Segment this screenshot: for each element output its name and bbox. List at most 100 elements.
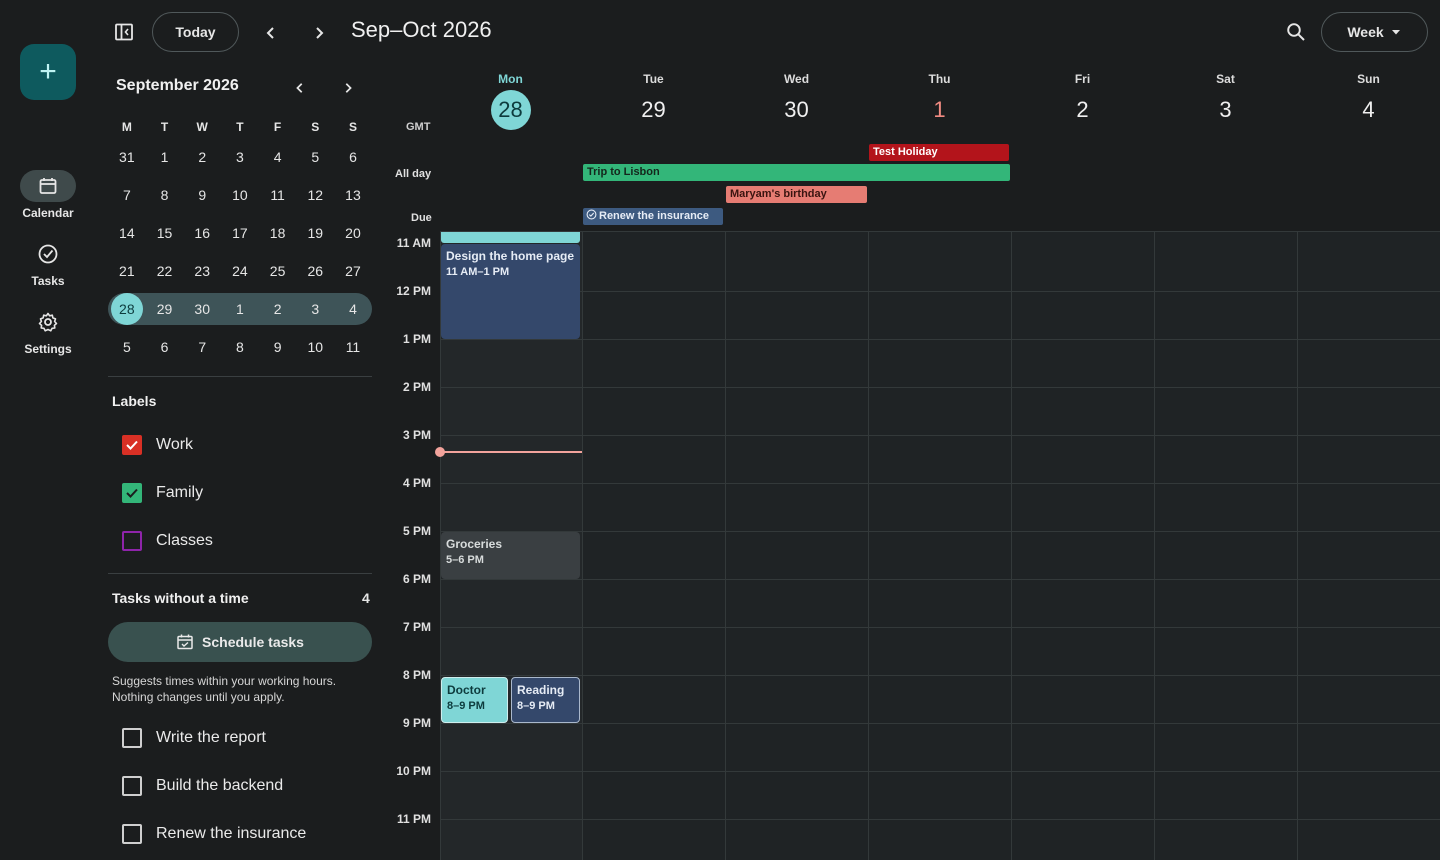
- rail-item-tasks[interactable]: Tasks: [0, 238, 96, 288]
- mini-day[interactable]: 17: [221, 225, 259, 241]
- allday-event-maryams-birthday[interactable]: Maryam's birthday: [726, 186, 867, 203]
- mini-prev-month-button[interactable]: [288, 76, 312, 100]
- rail-item-settings[interactable]: Settings: [0, 306, 96, 356]
- mini-day[interactable]: 2: [183, 149, 221, 165]
- mini-day[interactable]: 22: [146, 263, 184, 279]
- event-design-home-page[interactable]: Design the home page 11 AM–1 PM: [441, 244, 580, 339]
- schedule-tasks-button[interactable]: Schedule tasks: [108, 622, 372, 662]
- label-item-classes[interactable]: Classes: [122, 531, 213, 551]
- mini-day[interactable]: 6: [334, 149, 372, 165]
- mini-day[interactable]: 13: [334, 187, 372, 203]
- day-header-fri[interactable]: Fri 2: [1011, 68, 1154, 130]
- task-checkbox[interactable]: [122, 776, 142, 796]
- work-checkbox[interactable]: [122, 435, 142, 455]
- day-number: 4: [1362, 97, 1375, 122]
- mini-day[interactable]: 9: [259, 339, 297, 355]
- mini-next-month-button[interactable]: [336, 76, 360, 100]
- mini-day[interactable]: 10: [296, 339, 334, 355]
- mini-day[interactable]: 16: [183, 225, 221, 241]
- mini-day[interactable]: 10: [221, 187, 259, 203]
- day-header-sun[interactable]: Sun 4: [1297, 68, 1440, 130]
- mini-day[interactable]: 29: [146, 301, 184, 317]
- all-day-label: All day: [395, 168, 432, 180]
- allday-event-trip-to-lisbon[interactable]: Trip to Lisbon: [583, 164, 1010, 181]
- mini-day[interactable]: 11: [259, 187, 297, 203]
- event-groceries[interactable]: Groceries 5–6 PM: [441, 532, 580, 579]
- mini-day[interactable]: 11: [334, 339, 372, 355]
- label-name: Family: [156, 484, 204, 501]
- task-item[interactable]: Write the report: [122, 728, 266, 748]
- day-header-tue[interactable]: Tue 29: [582, 68, 725, 130]
- rail-item-calendar[interactable]: Calendar: [0, 170, 96, 220]
- due-task-renew-insurance[interactable]: Renew the insurance: [583, 208, 723, 225]
- labels-title: Labels: [112, 393, 157, 409]
- weekday-header: S: [348, 120, 357, 134]
- mini-day[interactable]: 3: [221, 149, 259, 165]
- mini-day[interactable]: 24: [221, 263, 259, 279]
- mini-day[interactable]: 7: [183, 339, 221, 355]
- allday-event-test-holiday[interactable]: Test Holiday: [869, 144, 1009, 161]
- hour-gridline: [440, 291, 1440, 292]
- mini-day[interactable]: 31: [108, 149, 146, 165]
- mini-day[interactable]: 25: [259, 263, 297, 279]
- mini-day[interactable]: 1: [221, 301, 259, 317]
- event-reading[interactable]: Reading 8–9 PM: [511, 677, 580, 723]
- mini-calendar-week: 7 8 9 10 11 12 13: [108, 176, 372, 214]
- mini-day[interactable]: 2: [259, 301, 297, 317]
- today-button[interactable]: Today: [152, 12, 239, 52]
- task-check-icon: [586, 209, 597, 220]
- previous-week-button[interactable]: [258, 20, 284, 46]
- mini-day[interactable]: 26: [296, 263, 334, 279]
- task-item[interactable]: Build the backend: [122, 776, 283, 796]
- mini-day-today[interactable]: 28: [108, 293, 146, 325]
- view-selector[interactable]: Week: [1321, 12, 1428, 52]
- mini-day[interactable]: 9: [183, 187, 221, 203]
- event-doctor[interactable]: Doctor 8–9 PM: [441, 677, 508, 723]
- mini-day[interactable]: 21: [108, 263, 146, 279]
- search-button[interactable]: [1282, 18, 1310, 46]
- weekday-header: T: [236, 120, 244, 134]
- mini-day[interactable]: 5: [108, 339, 146, 355]
- hour-label: 9 PM: [402, 716, 431, 730]
- week-time-grid[interactable]: 11 AM 12 PM 1 PM 2 PM 3 PM 4 PM 5 PM 6 P…: [384, 231, 1440, 860]
- label-item-family[interactable]: Family: [122, 483, 203, 503]
- label-item-work[interactable]: Work: [122, 435, 193, 455]
- hour-gridline: [440, 579, 1440, 580]
- day-header-thu[interactable]: Thu 1: [868, 68, 1011, 130]
- mini-day[interactable]: 14: [108, 225, 146, 241]
- mini-day[interactable]: 19: [296, 225, 334, 241]
- mini-day[interactable]: 4: [259, 149, 297, 165]
- next-week-button[interactable]: [306, 20, 332, 46]
- mini-day[interactable]: 3: [296, 301, 334, 317]
- mini-day[interactable]: 18: [259, 225, 297, 241]
- task-item[interactable]: Renew the insurance: [122, 824, 306, 844]
- mini-day[interactable]: 12: [296, 187, 334, 203]
- day-column-divider: [1011, 231, 1012, 860]
- task-checkbox[interactable]: [122, 824, 142, 844]
- day-header-sat[interactable]: Sat 3: [1154, 68, 1297, 130]
- mini-day[interactable]: 5: [296, 149, 334, 165]
- task-checkbox[interactable]: [122, 728, 142, 748]
- mini-day[interactable]: 23: [183, 263, 221, 279]
- due-label: Due: [411, 212, 432, 224]
- day-name: Tue: [643, 72, 664, 86]
- toggle-sidebar-button[interactable]: [110, 18, 138, 46]
- event-continuation-bar[interactable]: [441, 232, 580, 243]
- create-event-button[interactable]: +: [20, 44, 76, 100]
- mini-day[interactable]: 30: [183, 301, 221, 317]
- mini-day[interactable]: 7: [108, 187, 146, 203]
- mini-day[interactable]: 8: [221, 339, 259, 355]
- mini-day[interactable]: 4: [334, 301, 372, 317]
- mini-day[interactable]: 6: [146, 339, 184, 355]
- mini-day[interactable]: 1: [146, 149, 184, 165]
- chevron-left-icon: [296, 83, 303, 93]
- day-header-mon[interactable]: Mon 28: [439, 68, 582, 130]
- classes-checkbox[interactable]: [122, 531, 142, 551]
- mini-day[interactable]: 20: [334, 225, 372, 241]
- mini-day[interactable]: 8: [146, 187, 184, 203]
- mini-day[interactable]: 27: [334, 263, 372, 279]
- hour-gridline: [440, 531, 1440, 532]
- family-checkbox[interactable]: [122, 483, 142, 503]
- mini-day[interactable]: 15: [146, 225, 184, 241]
- day-header-wed[interactable]: Wed 30: [725, 68, 868, 130]
